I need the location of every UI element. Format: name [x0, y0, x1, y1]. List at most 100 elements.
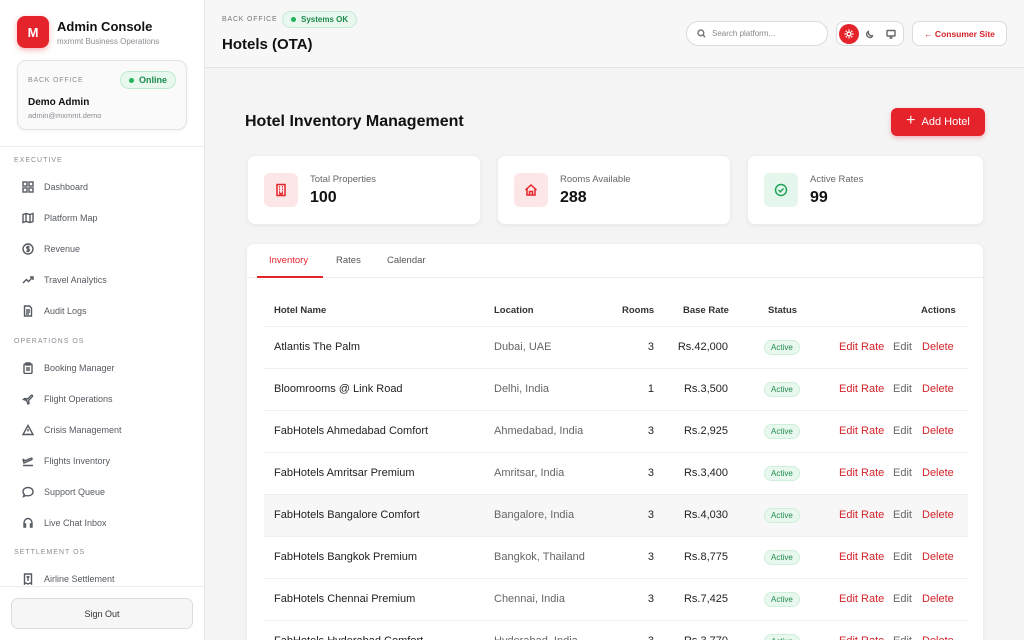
stat-label: Total Properties: [310, 174, 377, 185]
table-row[interactable]: FabHotels Ahmedabad Comfort Ahmedabad, In…: [264, 410, 968, 452]
sidebar-item-airline-settlement[interactable]: Airline Settlement: [22, 571, 115, 587]
sidebar-item-label: Support Queue: [44, 487, 106, 497]
stat-card-total-properties: Total Properties 100: [247, 155, 481, 225]
monitor-icon: [885, 29, 896, 39]
sidebar-item-travel-analytics[interactable]: Travel Analytics: [22, 272, 107, 288]
sign-out-button[interactable]: Sign Out: [11, 598, 193, 629]
sidebar-item-platform-map[interactable]: Platform Map: [22, 210, 98, 226]
column-header-base-rate[interactable]: Base Rate: [683, 305, 729, 316]
check-circle-icon: [774, 183, 788, 197]
table-row[interactable]: Bloomrooms @ Link Road Delhi, India 1 Rs.3,…: [264, 368, 968, 410]
location-cell: Ahmedabad, India: [494, 425, 584, 437]
inventory-panel: Inventory Rates Calendar Hotel Name Loca…: [246, 243, 984, 640]
edit-link[interactable]: Edit: [893, 425, 912, 437]
user-email: admin@mxmmt.demo: [28, 111, 102, 120]
edit-rate-link[interactable]: Edit Rate: [839, 341, 884, 353]
tab-calendar[interactable]: Calendar: [387, 255, 426, 266]
page-title: Hotel Inventory Management: [245, 113, 464, 130]
sidebar-item-audit-logs[interactable]: Audit Logs: [22, 303, 87, 319]
flight-list-icon: [22, 457, 33, 467]
table-row[interactable]: FabHotels Chennai Premium Chennai, India 3…: [264, 578, 968, 620]
edit-rate-link[interactable]: Edit Rate: [839, 467, 884, 479]
table-row[interactable]: FabHotels Amritsar Premium Amritsar, Indi…: [264, 452, 968, 494]
status-badge: Active: [764, 550, 800, 565]
rooms-cell: 3: [647, 467, 654, 479]
delete-link[interactable]: Delete: [922, 425, 954, 437]
edit-link[interactable]: Edit: [893, 593, 912, 605]
sidebar-item-dashboard[interactable]: Dashboard: [22, 179, 88, 195]
delete-link[interactable]: Delete: [922, 341, 954, 353]
edit-link[interactable]: Edit: [893, 341, 912, 353]
rooms-cell: 3: [624, 635, 654, 640]
hotel-name-cell: FabHotels Chennai Premium: [274, 593, 416, 605]
delete-link[interactable]: Delete: [922, 467, 954, 479]
tab-rates[interactable]: Rates: [336, 255, 361, 266]
edit-link[interactable]: Edit: [893, 635, 912, 640]
search-input[interactable]: [712, 29, 822, 38]
brand-logo: M: [17, 16, 49, 48]
sidebar-item-support-queue[interactable]: Support Queue: [22, 484, 105, 500]
brand-title: Admin Console: [57, 18, 153, 34]
edit-rate-link[interactable]: Edit Rate: [839, 593, 884, 605]
map-icon: [22, 212, 34, 224]
sidebar-item-booking-manager[interactable]: Booking Manager: [22, 360, 115, 376]
column-header-location[interactable]: Location: [494, 305, 534, 316]
edit-rate-link[interactable]: Edit Rate: [839, 509, 884, 521]
edit-link[interactable]: Edit: [893, 383, 912, 395]
sidebar-item-label: Platform Map: [44, 213, 98, 223]
hotel-name-cell: Atlantis The Palm: [274, 341, 361, 353]
sidebar-item-crisis-management[interactable]: Crisis Management: [22, 422, 122, 438]
sidebar-item-live-chat-inbox[interactable]: Live Chat Inbox: [22, 515, 107, 531]
hotel-name-cell: FabHotels Bangalore Comfort: [274, 509, 420, 521]
table-row[interactable]: FabHotels Hyderabad Comfort Hyderabad, In…: [264, 620, 968, 640]
theme-system-button[interactable]: [881, 24, 901, 44]
headset-icon: [23, 517, 33, 528]
column-header-actions: Actions: [921, 305, 956, 316]
location-cell: Hyderabad, India: [494, 635, 578, 640]
edit-rate-link[interactable]: Edit Rate: [839, 635, 884, 640]
rooms-cell: 1: [647, 383, 654, 395]
column-header-hotel-name[interactable]: Hotel Name: [274, 305, 326, 316]
sidebar-item-label: Revenue: [44, 244, 81, 254]
stat-card-rooms-available: Rooms Available 288: [497, 155, 731, 225]
hotel-name-cell: FabHotels Amritsar Premium: [274, 467, 415, 479]
tab-bar: Inventory Rates Calendar: [247, 244, 983, 278]
hotel-name-cell: FabHotels Ahmedabad Comfort: [274, 425, 429, 437]
edit-link[interactable]: Edit: [893, 551, 912, 563]
sidebar: M Admin Console mxmmt Business Operation…: [0, 0, 205, 640]
delete-link[interactable]: Delete: [922, 551, 954, 563]
theme-light-button[interactable]: [839, 23, 860, 44]
systems-status-text: Systems OK: [301, 15, 349, 24]
tab-inventory[interactable]: Inventory: [269, 255, 308, 266]
topbar: BACK OFFICE Systems OK Hotels (OTA) ← Co…: [205, 0, 1024, 68]
add-hotel-button[interactable]: + Add Hotel: [891, 108, 985, 136]
edit-link[interactable]: Edit: [893, 467, 912, 479]
sun-icon: [844, 29, 854, 38]
sidebar-item-flights-inventory[interactable]: Flights Inventory: [22, 453, 110, 469]
edit-rate-link[interactable]: Edit Rate: [839, 383, 884, 395]
delete-link[interactable]: Delete: [922, 593, 954, 605]
stat-icon-box: [514, 173, 548, 207]
table-row[interactable]: FabHotels Bangkok Premium Bangkok, Thaila…: [264, 536, 968, 578]
stat-label: Rooms Available: [560, 174, 631, 185]
sidebar-item-flight-operations[interactable]: Flight Operations: [22, 391, 113, 407]
stat-label: Active Rates: [810, 174, 864, 185]
sidebar-item-revenue[interactable]: Revenue: [22, 241, 80, 257]
sidebar-item-label: Live Chat Inbox: [44, 518, 107, 528]
theme-dark-button[interactable]: [860, 24, 880, 44]
status-badge: Active: [764, 466, 800, 481]
delete-link[interactable]: Delete: [922, 635, 954, 640]
table-row[interactable]: FabHotels Bangalore Comfort Bangalore, In…: [264, 494, 968, 536]
edit-rate-link[interactable]: Edit Rate: [839, 551, 884, 563]
column-header-rooms[interactable]: Rooms: [622, 305, 654, 316]
edit-rate-link[interactable]: Edit Rate: [839, 425, 884, 437]
status-badge: Active: [764, 382, 800, 397]
consumer-site-button[interactable]: ← Consumer Site: [912, 21, 1007, 46]
table-row[interactable]: Atlantis The Palm Dubai, UAE 3 Rs.42,000 Act…: [264, 326, 968, 368]
sidebar-item-label: Airline Settlement: [44, 574, 115, 584]
page-header-title: Hotels (OTA): [222, 36, 313, 53]
edit-link[interactable]: Edit: [893, 509, 912, 521]
stat-value: 100: [310, 189, 337, 206]
delete-link[interactable]: Delete: [922, 509, 954, 521]
delete-link[interactable]: Delete: [922, 383, 954, 395]
